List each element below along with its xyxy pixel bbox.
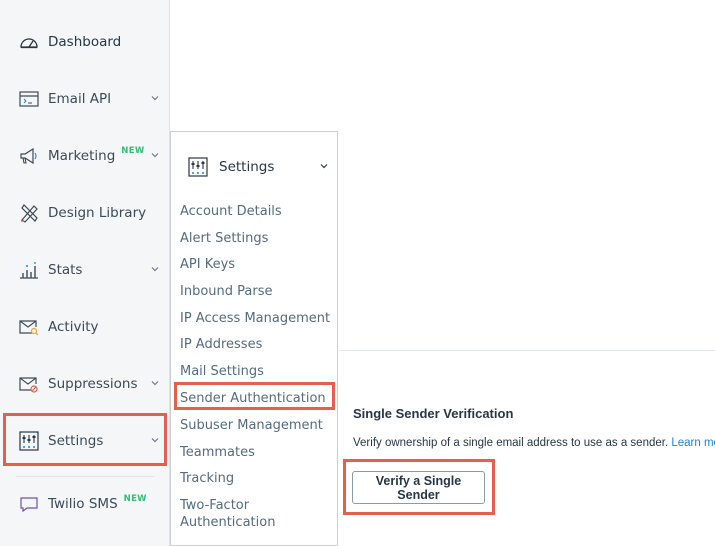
sidebar-item-label: Marketing	[48, 148, 116, 164]
sidebar-nav: Dashboard Email API Marketing NEW Design…	[0, 0, 170, 546]
chat-bubble-icon	[18, 493, 40, 515]
sidebar-item-label: Dashboard	[48, 34, 122, 50]
sidebar-item-label: Design Library	[48, 205, 147, 221]
bar-chart-icon	[18, 259, 40, 281]
design-tools-icon	[18, 202, 40, 224]
learn-more-link[interactable]: Learn more	[671, 437, 715, 449]
sidebar-item-activity[interactable]: Activity	[0, 299, 170, 355]
flyout-item-two-factor-line2[interactable]: Authentication	[180, 514, 275, 531]
megaphone-icon	[18, 145, 40, 167]
single-sender-title: Single Sender Verification	[353, 406, 514, 421]
sliders-icon	[18, 430, 40, 452]
new-badge: NEW	[121, 146, 145, 156]
verify-single-sender-button[interactable]: Verify a Single Sender	[352, 471, 485, 504]
chevron-down-icon	[151, 267, 159, 272]
flyout-item-two-factor[interactable]: Two-Factor	[180, 497, 249, 514]
single-sender-description: Verify ownership of a single email addre…	[353, 437, 715, 449]
sidebar-item-label: Settings	[48, 433, 104, 449]
sidebar-item-label: Stats	[48, 262, 83, 278]
section-divider	[339, 350, 715, 351]
flyout-item-sender-authentication[interactable]: Sender Authentication	[180, 390, 326, 407]
flyout-header[interactable]: Settings	[171, 150, 339, 184]
flyout-item-teammates[interactable]: Teammates	[180, 444, 255, 461]
code-window-icon	[18, 88, 40, 110]
sidebar-item-label: Suppressions	[48, 376, 138, 392]
gauge-icon	[18, 31, 40, 53]
single-sender-description-text: Verify ownership of a single email addre…	[353, 437, 669, 449]
sidebar-item-stats[interactable]: Stats	[0, 242, 170, 298]
flyout-title: Settings	[219, 159, 275, 175]
settings-flyout-menu: Settings Account Details Alert Settings …	[170, 131, 338, 546]
flyout-item-mail-settings[interactable]: Mail Settings	[180, 363, 264, 380]
flyout-item-ip-access-management[interactable]: IP Access Management	[180, 310, 330, 327]
flyout-item-api-keys[interactable]: API Keys	[180, 256, 235, 273]
chevron-down-icon	[151, 153, 159, 158]
suppression-icon	[18, 373, 40, 395]
sidebar-item-settings[interactable]: Settings	[0, 413, 170, 469]
flyout-item-account-details[interactable]: Account Details	[180, 203, 282, 220]
flyout-item-inbound-parse[interactable]: Inbound Parse	[180, 283, 272, 300]
activity-search-icon	[18, 316, 40, 338]
sidebar-item-suppressions[interactable]: Suppressions	[0, 356, 170, 412]
sidebar-item-marketing[interactable]: Marketing NEW	[0, 128, 170, 184]
sidebar-item-dashboard[interactable]: Dashboard	[0, 14, 170, 70]
sliders-icon	[187, 156, 209, 178]
chevron-down-icon	[151, 381, 159, 386]
sidebar-item-label: Activity	[48, 319, 99, 335]
flyout-item-subuser-management[interactable]: Subuser Management	[180, 417, 323, 434]
flyout-item-ip-addresses[interactable]: IP Addresses	[180, 336, 262, 353]
flyout-item-alert-settings[interactable]: Alert Settings	[180, 230, 268, 247]
sidebar-item-design-library[interactable]: Design Library	[0, 185, 170, 241]
chevron-down-icon	[320, 164, 328, 169]
sidebar-item-label: Twilio SMS	[48, 496, 118, 512]
sidebar-item-label: Email API	[48, 91, 112, 107]
flyout-item-tracking[interactable]: Tracking	[180, 470, 234, 487]
chevron-down-icon	[151, 438, 159, 443]
sidebar-item-email-api[interactable]: Email API	[0, 71, 170, 127]
sidebar-item-twilio-sms[interactable]: Twilio SMS NEW	[0, 476, 170, 532]
chevron-down-icon	[151, 96, 159, 101]
new-badge: NEW	[123, 494, 147, 504]
